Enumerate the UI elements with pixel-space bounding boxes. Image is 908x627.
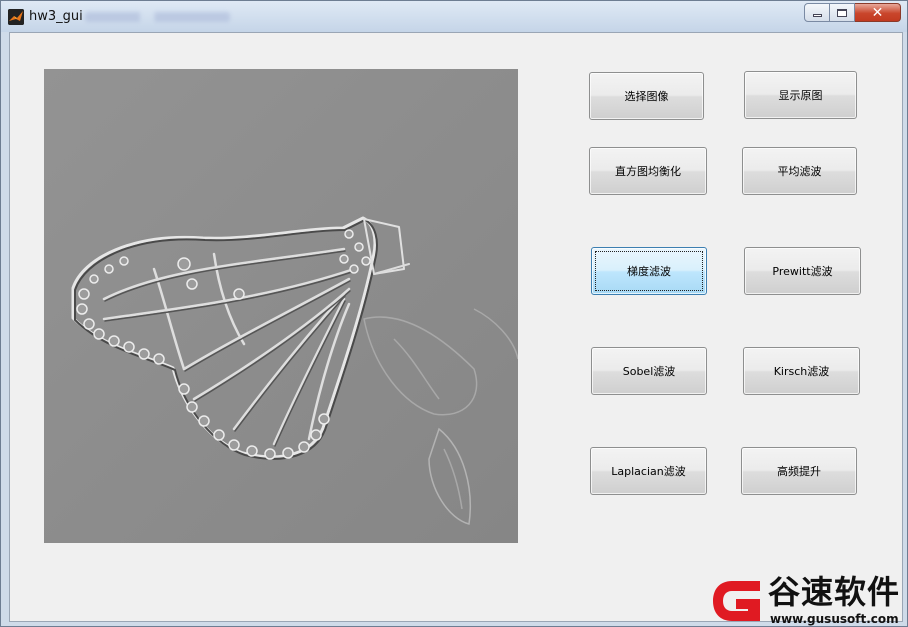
sobel-filter-button[interactable]: Sobel滤波 xyxy=(591,347,707,395)
matlab-icon xyxy=(8,9,24,25)
watermark: 谷速软件 www.gususoft.com xyxy=(710,572,908,627)
close-button[interactable]: ✕ xyxy=(855,3,901,22)
minimize-button[interactable] xyxy=(804,3,830,22)
watermark-title: 谷速软件 xyxy=(768,573,901,611)
embossed-butterfly-image xyxy=(44,69,518,543)
select-image-button[interactable]: 选择图像 xyxy=(589,72,704,120)
image-display-axes xyxy=(44,69,518,543)
gradient-filter-button[interactable]: 梯度滤波 xyxy=(591,247,707,295)
title-bar[interactable]: hw3_gui ✕ xyxy=(1,1,907,32)
app-window: hw3_gui ✕ 选择图像 显示原图 直方图均衡化 平均滤波 梯度滤波 Pre… xyxy=(0,0,908,627)
close-icon: ✕ xyxy=(871,4,884,21)
prewitt-filter-button[interactable]: Prewitt滤波 xyxy=(744,247,861,295)
caption-buttons: ✕ xyxy=(804,3,901,24)
maximize-icon xyxy=(837,8,847,17)
laplacian-filter-button[interactable]: Laplacian滤波 xyxy=(590,447,707,495)
window-title: hw3_gui xyxy=(29,9,83,24)
histogram-equalization-button[interactable]: 直方图均衡化 xyxy=(589,147,707,195)
watermark-url: www.gususoft.com xyxy=(770,612,899,626)
blurred-title-region xyxy=(85,12,230,22)
show-original-button[interactable]: 显示原图 xyxy=(744,71,857,119)
maximize-button[interactable] xyxy=(830,3,855,22)
high-boost-button[interactable]: 高频提升 xyxy=(741,447,857,495)
kirsch-filter-button[interactable]: Kirsch滤波 xyxy=(743,347,860,395)
gususoft-logo-icon xyxy=(713,581,760,621)
mean-filter-button[interactable]: 平均滤波 xyxy=(742,147,857,195)
minimize-icon xyxy=(812,14,822,17)
figure-client-area: 选择图像 显示原图 直方图均衡化 平均滤波 梯度滤波 Prewitt滤波 Sob… xyxy=(9,32,903,622)
